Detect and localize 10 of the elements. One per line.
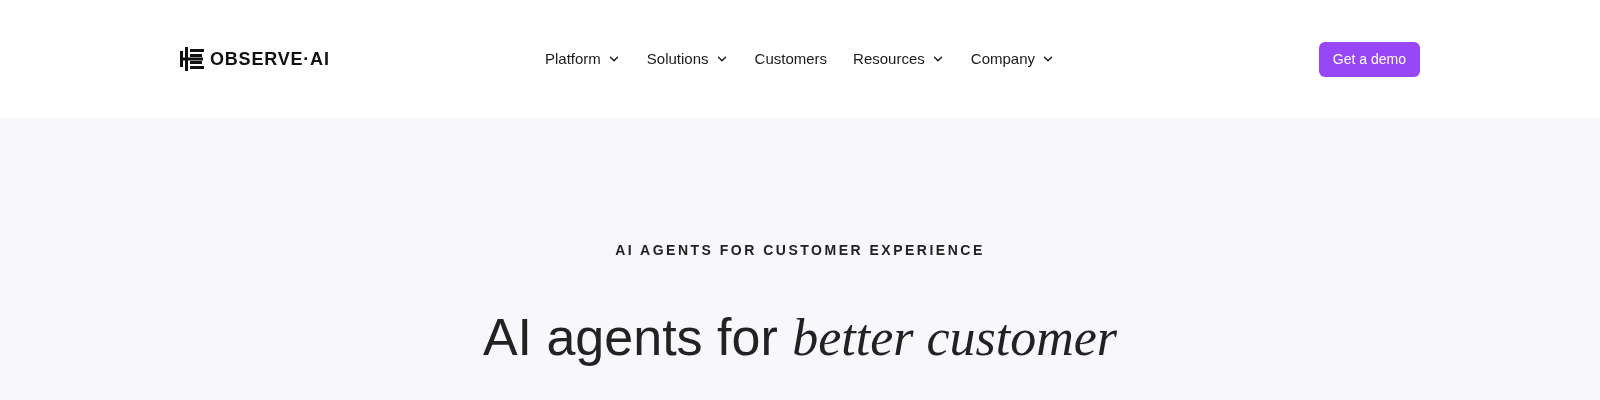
logo-icon	[180, 47, 206, 71]
nav-link[interactable]: Solutions	[646, 47, 729, 71]
nav-link[interactable]: Company	[970, 47, 1055, 71]
demo-button[interactable]: Get a demo	[1318, 41, 1420, 77]
nav-link[interactable]: Resources	[853, 47, 945, 71]
logo-wordmark[interactable]: OBSERVE·AI	[210, 45, 330, 73]
eyebrow-text: AI AGENTS FOR CUSTOMER EXPERIENCE	[615, 241, 985, 260]
nav-link[interactable]: Platform	[545, 47, 621, 71]
nav-link[interactable]: Customers	[754, 47, 828, 71]
hero-heading: AI agents for better customer	[481, 307, 1119, 368]
